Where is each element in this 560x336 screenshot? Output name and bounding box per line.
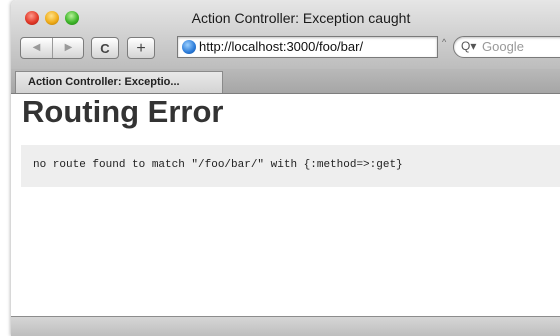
browser-window: Action Controller: Exception caught ◀ ▶ … [11,0,560,336]
back-forward-buttons: ◀ ▶ [20,37,84,59]
minimize-window-button[interactable] [45,11,59,25]
close-window-button[interactable] [25,11,39,25]
tab-active[interactable]: Action Controller: Exceptio... [15,71,223,93]
snapback-icon[interactable]: ^ [442,37,446,47]
search-icon[interactable]: Q▾ [461,39,476,53]
globe-icon [182,40,196,54]
address-bar[interactable]: http://localhost:3000/foo/bar/ [177,36,438,58]
status-bar [11,316,560,336]
reload-icon: C [100,41,110,56]
tab-bar: Action Controller: Exceptio... [11,69,560,94]
page-title: Routing Error [22,94,224,129]
zoom-window-button[interactable] [65,11,79,25]
url-text[interactable]: http://localhost:3000/foo/bar/ [199,37,363,57]
window-title: Action Controller: Exception caught [191,10,411,26]
reload-button[interactable]: C [91,37,119,59]
forward-arrow-icon[interactable]: ▶ [53,38,84,58]
search-field[interactable]: Q▾ Google [453,36,560,58]
plus-icon: + [136,40,146,57]
error-message: no route found to match "/foo/bar/" with… [33,159,403,171]
page-content: Routing Error no route found to match "/… [11,94,560,316]
browser-chrome: Action Controller: Exception caught ◀ ▶ … [11,0,560,70]
error-message-box: no route found to match "/foo/bar/" with… [21,145,560,187]
add-bookmark-button[interactable]: + [127,37,155,59]
back-arrow-icon[interactable]: ◀ [21,38,53,58]
search-placeholder: Google [482,39,524,54]
